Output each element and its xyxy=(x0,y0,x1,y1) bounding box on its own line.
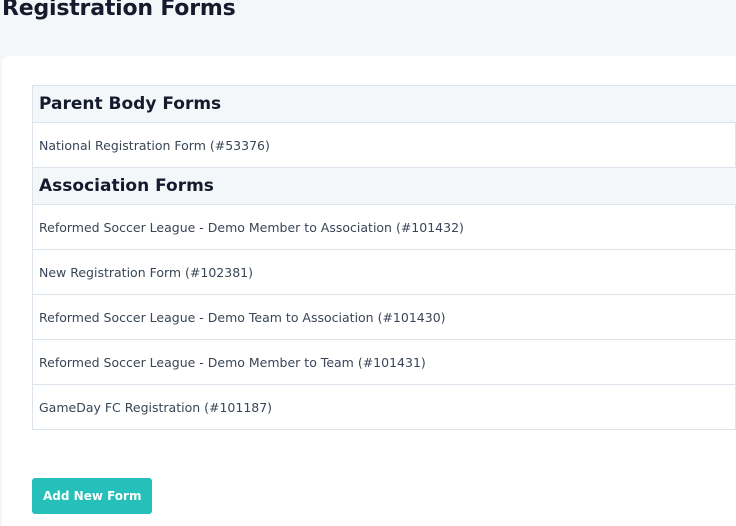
form-row-member-to-association[interactable]: Reformed Soccer League - Demo Member to … xyxy=(33,205,736,250)
page-title: Registration Forms xyxy=(2,0,236,21)
forms-table: Parent Body Forms National Registration … xyxy=(32,85,736,430)
form-row-team-to-association[interactable]: Reformed Soccer League - Demo Team to As… xyxy=(33,295,736,340)
form-row-member-to-team[interactable]: Reformed Soccer League - Demo Member to … xyxy=(33,340,736,385)
add-new-form-button[interactable]: Add New Form xyxy=(32,478,153,514)
section-header-parent-body: Parent Body Forms xyxy=(33,86,736,123)
form-row-national-registration[interactable]: National Registration Form (#53376) xyxy=(33,123,736,168)
form-row-gameday-fc[interactable]: GameDay FC Registration (#101187) xyxy=(33,385,736,430)
form-row-new-registration[interactable]: New Registration Form (#102381) xyxy=(33,250,736,295)
section-header-association: Association Forms xyxy=(33,168,736,205)
forms-card: Parent Body Forms National Registration … xyxy=(2,56,736,526)
